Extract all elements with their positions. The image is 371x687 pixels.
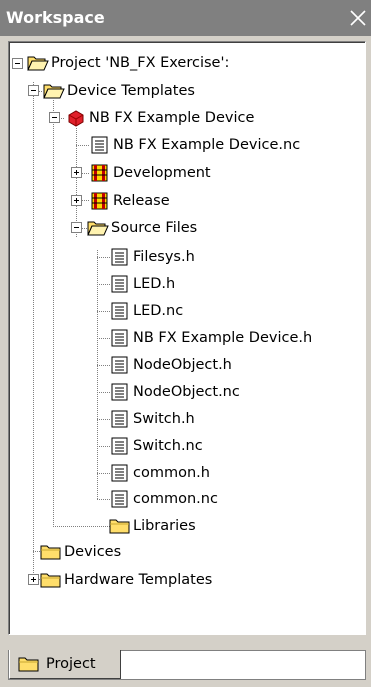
document-icon <box>111 464 128 482</box>
red-device-icon <box>68 110 84 127</box>
collapse-device-templates-icon[interactable] <box>28 85 39 96</box>
tree-item-led-h[interactable]: LED.h <box>109 273 175 295</box>
tree-item-label: LED.nc <box>133 303 184 319</box>
tree-item-label: common.h <box>133 465 210 481</box>
tree-item-label: Project 'NB_FX Exercise': <box>51 55 230 71</box>
tree-item-label: NB FX Example Device.nc <box>113 137 301 153</box>
tree-item-label: Development <box>113 165 211 181</box>
tree-item-common-nc[interactable]: common.nc <box>109 488 218 510</box>
document-icon <box>111 410 128 428</box>
folder-icon <box>18 657 39 672</box>
tree-item-device-templates[interactable]: Device Templates <box>43 80 195 102</box>
document-icon <box>111 356 128 374</box>
closed-folder-icon <box>40 545 61 560</box>
closed-folder-icon <box>40 573 61 588</box>
tree-item-label: common.nc <box>133 491 218 507</box>
expand-hardware-templates-icon[interactable] <box>28 574 39 585</box>
open-folder-icon <box>43 84 65 99</box>
collapse-project-icon[interactable] <box>12 58 23 69</box>
document-icon <box>111 275 128 293</box>
close-icon[interactable] <box>348 8 368 28</box>
tree-item-switch-nc[interactable]: Switch.nc <box>109 435 203 457</box>
tree-item-nb-fx-example-device[interactable]: NB FX Example Device <box>65 107 254 129</box>
collapse-source-files-icon[interactable] <box>71 222 82 233</box>
document-icon <box>111 248 128 266</box>
tree-item-common-h[interactable]: common.h <box>109 462 210 484</box>
title-bar: Workspace <box>0 0 371 36</box>
tree-item-nb-fx-example-device-nc[interactable]: NB FX Example Device.nc <box>89 134 300 156</box>
tree-item-label: Source Files <box>111 220 198 236</box>
open-folder-icon <box>27 56 49 71</box>
document-icon <box>91 136 108 154</box>
tree-item-project[interactable]: Project 'NB_FX Exercise': <box>27 52 229 74</box>
tree-item-label: NB FX Example Device <box>89 110 255 126</box>
workspace-tree-panel[interactable]: Project 'NB_FX Exercise': Device Templat… <box>8 41 366 635</box>
tree-item-switch-h[interactable]: Switch.h <box>109 408 195 430</box>
collapse-example-device-icon[interactable] <box>49 112 60 123</box>
tree-item-label: Device Templates <box>67 83 195 99</box>
tab-project[interactable]: Project <box>9 650 121 679</box>
tree-item-nb-fx-example-device-h[interactable]: NB FX Example Device.h <box>109 327 312 349</box>
tree-item-label: Switch.nc <box>133 438 203 454</box>
tree-item-development[interactable]: Development <box>89 162 211 184</box>
tree-item-hardware-templates[interactable]: Hardware Templates <box>40 569 212 591</box>
build-config-icon <box>91 164 108 182</box>
tree-item-release[interactable]: Release <box>89 190 170 212</box>
tree-item-label: NodeObject.h <box>133 357 232 373</box>
tree-item-nodeobject-nc[interactable]: NodeObject.nc <box>109 381 240 403</box>
tree-item-nodeobject-h[interactable]: NodeObject.h <box>109 354 232 376</box>
document-icon <box>111 329 128 347</box>
tab-label: Project <box>46 656 96 672</box>
document-icon <box>111 437 128 455</box>
document-icon <box>111 383 128 401</box>
tree-item-source-files[interactable]: Source Files <box>87 217 197 239</box>
expand-release-icon[interactable] <box>71 195 82 206</box>
tree-item-label: LED.h <box>133 276 176 292</box>
tree-item-label: NB FX Example Device.h <box>133 330 313 346</box>
tree-item-libraries[interactable]: Libraries <box>109 515 196 537</box>
tree-item-label: Libraries <box>133 518 196 534</box>
tree-item-led-nc[interactable]: LED.nc <box>109 300 183 322</box>
tree-item-label: Filesys.h <box>133 249 195 265</box>
tree-item-label: Switch.h <box>133 411 195 427</box>
tree-item-filesys-h[interactable]: Filesys.h <box>109 246 195 268</box>
tree-item-label: Release <box>113 193 170 209</box>
document-icon <box>111 490 128 508</box>
document-icon <box>111 302 128 320</box>
open-folder-icon <box>87 221 109 236</box>
tree-item-label: Hardware Templates <box>64 572 213 588</box>
window-title: Workspace <box>6 8 105 27</box>
tree-item-label: Devices <box>64 544 122 560</box>
closed-folder-icon <box>109 519 130 534</box>
build-config-icon <box>91 192 108 210</box>
tree-item-devices[interactable]: Devices <box>40 541 121 563</box>
expand-development-icon[interactable] <box>71 167 82 178</box>
tree-item-label: NodeObject.nc <box>133 384 240 400</box>
